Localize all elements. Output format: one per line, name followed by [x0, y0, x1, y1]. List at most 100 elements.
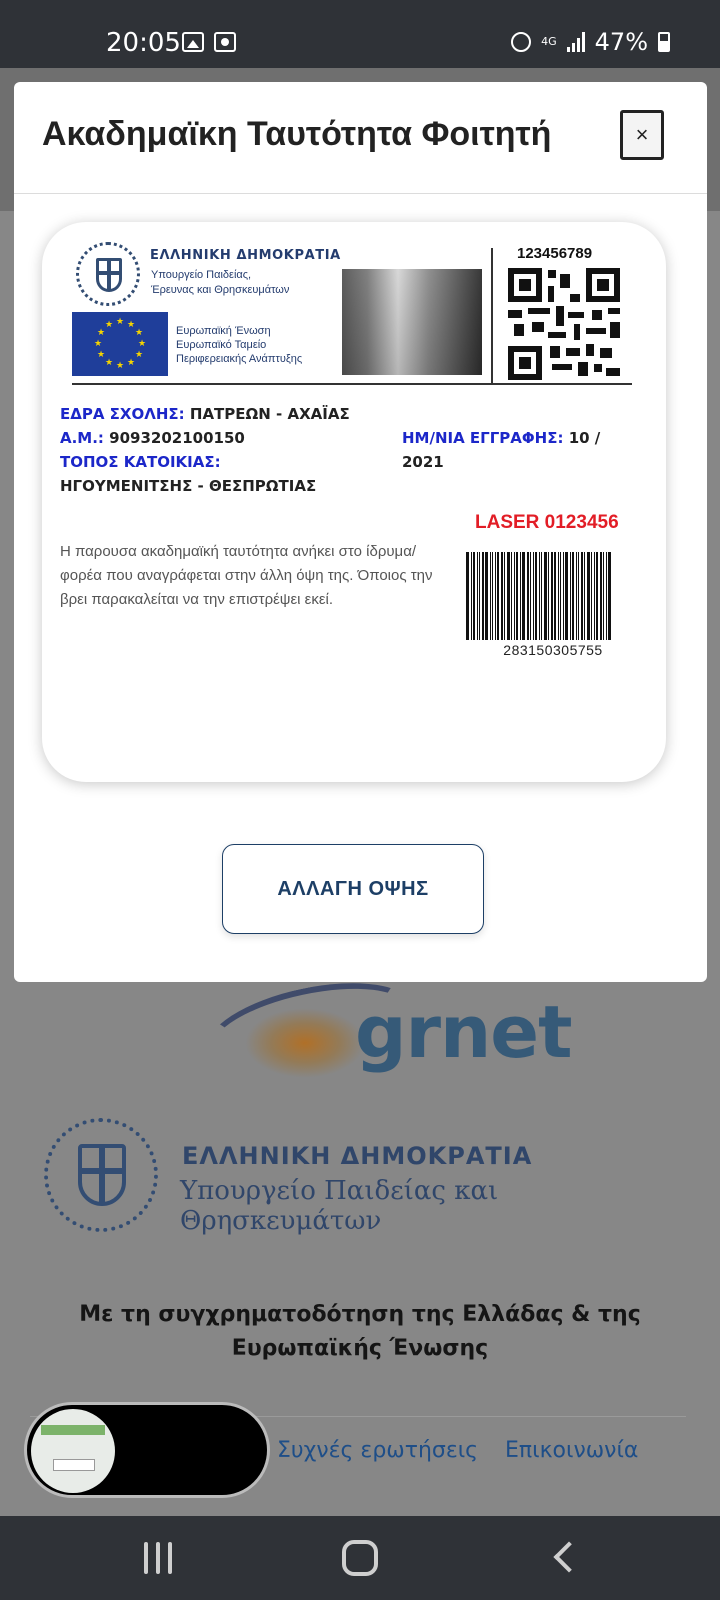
pip-thumbnail[interactable]	[31, 1409, 115, 1493]
barcode-bar	[572, 552, 574, 640]
barcode-bar	[485, 552, 488, 640]
card-divider-horizontal	[72, 383, 632, 385]
residence-label: ΤΟΠΟΣ ΚΑΤΟΙΚΙΑΣ:	[60, 453, 221, 471]
barcode-gap	[570, 552, 571, 640]
laser-number: LASER 0123456	[475, 512, 619, 533]
barcode-bar	[511, 552, 512, 640]
home-icon[interactable]	[342, 1540, 378, 1576]
barcode-gap	[471, 552, 472, 640]
barcode-gap	[606, 552, 607, 640]
registration-date-field: ΗΜ/ΝΙΑ ΕΓΓΡΑΦΗΣ: 10 / 2021	[402, 426, 642, 474]
barcode-bar	[535, 552, 537, 640]
barcode-gap	[501, 552, 503, 640]
eu-line1: Ευρωπαϊκή Ένωση	[176, 325, 271, 337]
barcode-bar	[578, 552, 579, 640]
barcode-bar	[466, 552, 469, 640]
qr-number: 123456789	[517, 245, 593, 262]
barcode-gap	[490, 552, 491, 640]
barcode-gap	[539, 552, 540, 640]
student-id-card: ΕΛΛΗΝΙΚΗ ΔΗΜΟΚΡΑΤΙΑ Υπουργείο Παιδείας, …	[42, 222, 666, 782]
faq-link[interactable]: Συχνές ερωτήσεις	[277, 1438, 478, 1463]
barcode-gap	[558, 552, 559, 640]
barcode-gap	[527, 552, 529, 640]
card-ministry-line1: Υπουργείο Παιδείας,	[151, 269, 252, 281]
pip-window[interactable]	[24, 1402, 270, 1498]
back-icon[interactable]	[548, 1538, 588, 1578]
barcode-bar	[530, 552, 531, 640]
barcode-bar	[516, 552, 518, 640]
am-label: Α.Μ.:	[60, 429, 104, 447]
barcode-bar	[591, 552, 592, 640]
student-id-modal: Ακαδημαϊκη Ταυτότητα Φοιτητή × ΕΛΛΗΝΙΚΗ …	[14, 82, 707, 982]
network-type: 4G	[541, 35, 557, 48]
barcode-gap	[495, 552, 496, 640]
signal-icon	[566, 32, 585, 52]
greek-republic-logo: ΕΛΛΗΝΙΚΗ ΔΗΜΟΚΡΑΤΙΑ Υπουργείο Παιδείας κ…	[44, 1118, 684, 1238]
barcode-bar	[603, 552, 604, 640]
eu-line3: Περιφερειακής Ανάπτυξης	[176, 353, 303, 365]
barcode-bar	[584, 552, 585, 640]
barcode-gap	[514, 552, 515, 640]
flip-card-button[interactable]: ΑΛΛΑΓΗ ΟΨΗΣ	[222, 844, 484, 934]
barcode-bar	[608, 552, 611, 640]
status-bar: 20:05 4G 47%	[0, 0, 720, 68]
greek-emblem-icon	[76, 242, 140, 306]
modal-header: Ακαδημαϊκη Ταυτότητα Φοιτητή ×	[14, 82, 707, 194]
eu-line2: Ευρωπαϊκό Ταμείο	[176, 339, 267, 351]
barcode-gap	[600, 552, 602, 640]
regdate-label: ΗΜ/ΝΙΑ ΕΓΓΡΑΦΗΣ:	[402, 429, 564, 447]
barcode-gap	[544, 552, 547, 640]
am-value: 9093202100150	[109, 429, 245, 447]
close-button[interactable]: ×	[620, 110, 664, 160]
ministry-name: Υπουργείο Παιδείας και Θρησκευμάτων	[180, 1176, 499, 1236]
barcode-icon	[466, 552, 640, 640]
faculty-value: ΠΑΤΡΕΩΝ - ΑΧΑΪΑΣ	[189, 405, 350, 423]
barcode-gap	[576, 552, 577, 640]
status-system-icons: 4G 47%	[511, 28, 670, 56]
barcode-gap	[482, 552, 484, 640]
barcode-bar	[479, 552, 480, 640]
barcode-bar	[522, 552, 525, 640]
alarm-icon	[511, 32, 532, 52]
barcode-bar	[473, 552, 475, 640]
barcode-bar	[554, 552, 556, 640]
barcode-gap	[533, 552, 534, 640]
faculty-field: ΕΔΡΑ ΣΧΟΛΗΣ: ΠΑΤΡΕΩΝ - ΑΧΑΪΑΣ	[60, 402, 350, 426]
barcode-gap	[594, 552, 595, 640]
barcode-bar	[560, 552, 561, 640]
barcode-bar	[548, 552, 549, 640]
card-ministry: Υπουργείο Παιδείας, Έρευνας και Θρησκευμ…	[151, 268, 289, 298]
grnet-logo-text: grnet	[355, 990, 573, 1074]
barcode-number: 283150305755	[503, 642, 603, 658]
republic-title: ΕΛΛΗΝΙΚΗ ΔΗΜΟΚΡΑΤΙΑ	[182, 1142, 533, 1170]
navigation-bar	[0, 1516, 720, 1600]
card-republic-title: ΕΛΛΗΝΙΚΗ ΔΗΜΟΚΡΑΤΙΑ	[150, 248, 341, 263]
barcode-bar	[541, 552, 542, 640]
barcode-gap	[581, 552, 583, 640]
registration-number-field: Α.Μ.: 9093202100150	[60, 426, 245, 450]
eu-fund-text: Ευρωπαϊκή Ένωση Ευρωπαϊκό Ταμείο Περιφερ…	[176, 324, 302, 366]
barcode-bar	[565, 552, 568, 640]
barcode-bar	[497, 552, 499, 640]
image-icon	[182, 32, 204, 52]
barcode-gap	[507, 552, 510, 640]
eu-flag-icon: ★ ★ ★ ★ ★ ★ ★ ★ ★ ★ ★ ★	[72, 312, 168, 376]
card-ministry-line2: Έρευνας και Θρησκευμάτων	[151, 284, 290, 296]
card-return-note: Η παρουσα ακαδημαϊκή ταυτότητα ανήκει στ…	[60, 543, 433, 608]
barcode-gap	[551, 552, 553, 640]
status-time: 20:05	[106, 28, 181, 58]
student-photo	[342, 269, 482, 375]
barcode-bar	[504, 552, 505, 640]
barcode-bar	[596, 552, 598, 640]
qr-code-icon	[508, 268, 620, 380]
recents-icon[interactable]	[138, 1538, 178, 1578]
grnet-logo: grnet	[198, 967, 573, 1098]
barcode-bar	[492, 552, 493, 640]
residence-value: ΗΓΟΥΜΕΝΙΤΣΗΣ - ΘΕΣΠΡΩΤΙΑΣ	[60, 477, 317, 495]
cofunding-text: Με τη συγχρηματοδότηση της Ελλάδας & της…	[79, 1302, 641, 1361]
card-divider-vertical	[491, 248, 493, 384]
residence-field: ΤΟΠΟΣ ΚΑΤΟΙΚΙΑΣ: ΗΓΟΥΜΕΝΙΤΣΗΣ - ΘΕΣΠΡΩΤΙ…	[60, 450, 380, 498]
screen-record-icon	[214, 32, 236, 52]
contact-link[interactable]: Επικοινωνία	[505, 1438, 638, 1463]
status-notification-icons	[182, 32, 236, 52]
